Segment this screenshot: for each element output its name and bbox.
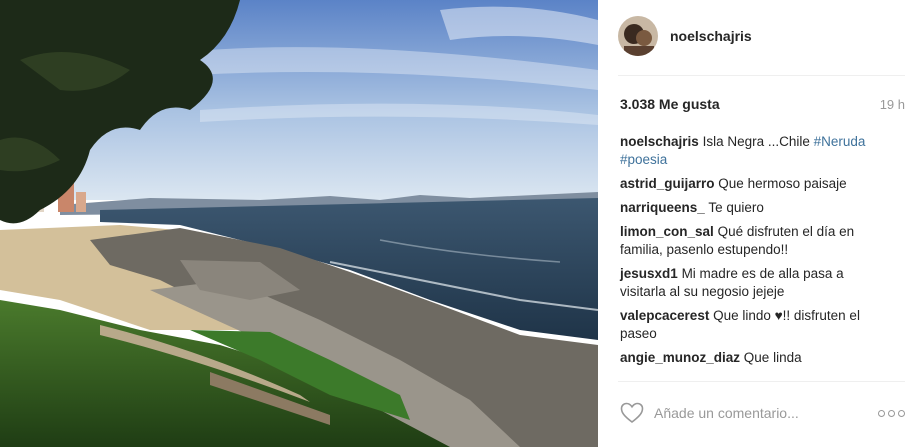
header-divider (618, 75, 905, 76)
comment-username[interactable]: valepcacerest (620, 308, 709, 323)
coastline-image (0, 0, 598, 447)
comment-username[interactable]: jesusxd1 (620, 266, 678, 281)
comment-item: valepcacerest Que lindo ♥!! disfruten el… (620, 307, 890, 343)
comment-item: angie_munoz_diaz Que linda (620, 349, 890, 367)
post-header: noelschajris (618, 15, 752, 57)
comment-text: Te quiero (708, 200, 764, 215)
more-options-icon[interactable] (874, 406, 909, 421)
post-photo[interactable] (0, 0, 598, 447)
comments-list: noelschajris Isla Negra ...Chile #Neruda… (620, 133, 890, 373)
comment-item: narriqueens_ Te quiero (620, 199, 890, 217)
hashtag-link[interactable]: #poesia (620, 152, 667, 167)
comment-username[interactable]: narriqueens_ (620, 200, 705, 215)
avatar[interactable] (618, 16, 658, 56)
dot (888, 409, 895, 417)
caption-username[interactable]: noelschajris (620, 134, 699, 149)
hashtag-link[interactable]: #Neruda (814, 134, 866, 149)
footer-divider (618, 381, 905, 382)
comment-item: astrid_guijarro Que hermoso paisaje (620, 175, 890, 193)
likes-row: 3.038 Me gusta 19 h (620, 96, 905, 112)
dot (878, 409, 885, 417)
comment-item: jesusxd1 Mi madre es de alla pasa a visi… (620, 265, 890, 301)
comment-username[interactable]: limon_con_sal (620, 224, 714, 239)
comment-text: Que hermoso paisaje (718, 176, 847, 191)
post-details-panel: noelschajris 3.038 Me gusta 19 h noelsch… (598, 0, 915, 447)
dot (898, 409, 905, 417)
avatar-image (618, 16, 658, 56)
likes-count[interactable]: 3.038 Me gusta (620, 96, 720, 112)
comment-username[interactable]: angie_munoz_diaz (620, 350, 740, 365)
caption: noelschajris Isla Negra ...Chile #Neruda… (620, 133, 890, 169)
comment-footer (620, 402, 909, 424)
comment-item: limon_con_sal Qué disfruten el día en fa… (620, 223, 890, 259)
heart-icon[interactable] (620, 402, 644, 424)
comment-username[interactable]: astrid_guijarro (620, 176, 715, 191)
caption-text: Isla Negra ...Chile (702, 134, 810, 149)
post-author-username[interactable]: noelschajris (670, 28, 752, 44)
add-comment-input[interactable] (654, 405, 844, 421)
comment-text: Que linda (743, 350, 802, 365)
post-timestamp[interactable]: 19 h (880, 97, 905, 112)
